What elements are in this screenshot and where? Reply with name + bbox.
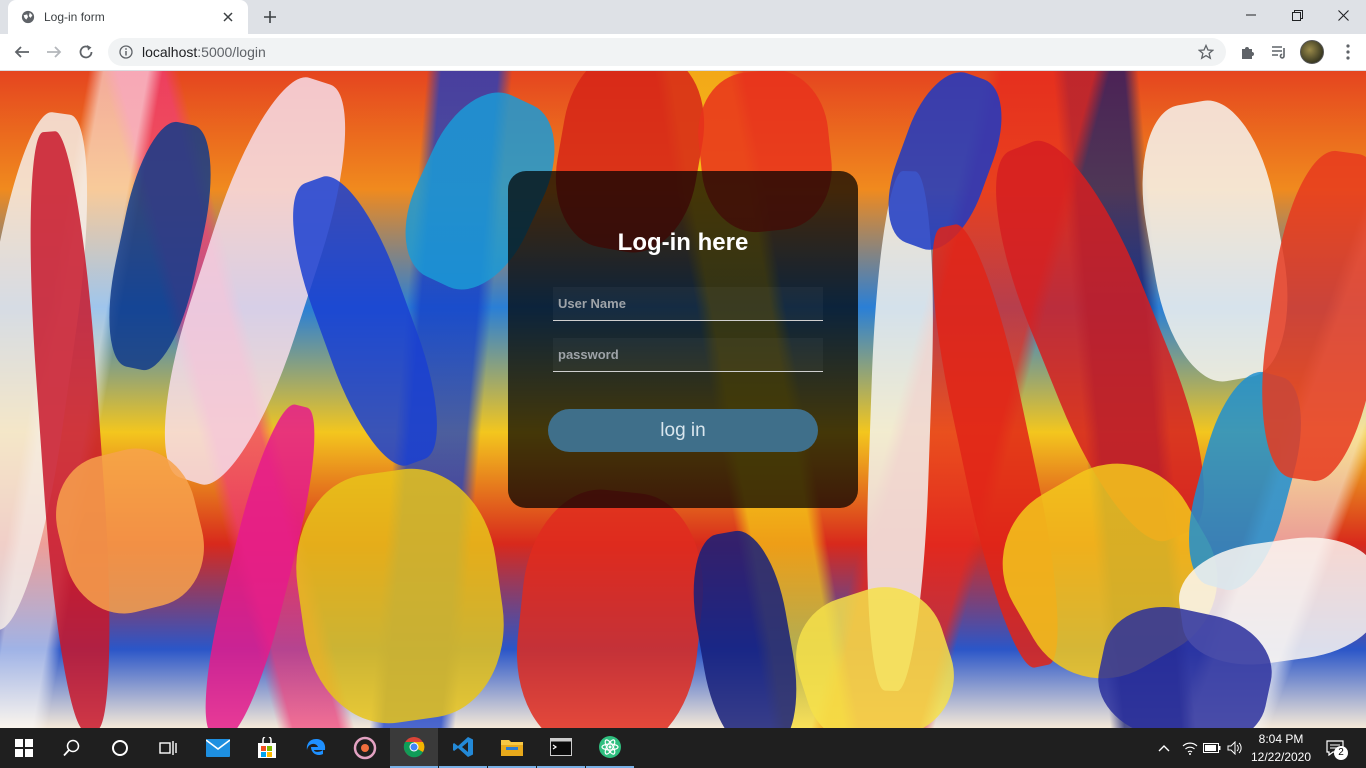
url-host: localhost — [142, 44, 198, 60]
url-path: :5000/login — [197, 44, 266, 60]
chevron-up-icon[interactable] — [1154, 728, 1174, 768]
windows-start-icon[interactable] — [0, 728, 48, 768]
password-input[interactable] — [553, 338, 823, 372]
volume-icon[interactable] — [1225, 728, 1245, 768]
chrome-taskbar-icon[interactable] — [390, 728, 438, 768]
wifi-icon[interactable] — [1180, 728, 1200, 768]
terminal-icon[interactable] — [537, 728, 585, 768]
login-button[interactable]: log in — [548, 409, 818, 452]
forward-arrow-icon[interactable] — [40, 38, 68, 66]
paint-stroke — [780, 571, 970, 728]
restore-button[interactable] — [1274, 0, 1320, 30]
login-card: Log-in here log in — [508, 171, 858, 508]
new-tab-button[interactable] — [258, 6, 282, 28]
login-heading: Log-in here — [617, 229, 749, 256]
page-background: Log-in here log in — [0, 71, 1366, 728]
tab-title: Log-in form — [44, 10, 105, 24]
search-icon[interactable] — [48, 728, 96, 768]
close-tab-icon[interactable] — [218, 7, 238, 27]
task-view-icon[interactable] — [144, 728, 192, 768]
edge-icon[interactable] — [292, 728, 340, 768]
profile-avatar[interactable] — [1300, 40, 1324, 64]
cortana-icon[interactable] — [96, 728, 144, 768]
file-explorer-icon[interactable] — [488, 728, 536, 768]
menu-dots-icon[interactable] — [1336, 40, 1360, 64]
close-window-button[interactable] — [1320, 0, 1366, 30]
windows-taskbar: 8:04 PM 12/22/2020 2 — [0, 728, 1366, 768]
vscode-icon[interactable] — [439, 728, 487, 768]
address-bar[interactable]: localhost:5000/login — [108, 38, 1226, 66]
battery-icon[interactable] — [1202, 728, 1222, 768]
url-text: localhost:5000/login — [142, 44, 1194, 60]
mail-icon[interactable] — [194, 728, 242, 768]
paint-stroke — [283, 458, 517, 728]
media-player-icon[interactable] — [341, 728, 389, 768]
browser-tab[interactable]: Log-in form — [8, 0, 248, 34]
atom-app-icon[interactable] — [586, 728, 634, 768]
minimize-button[interactable] — [1228, 0, 1274, 30]
globe-icon — [20, 9, 36, 25]
system-clock[interactable]: 8:04 PM 12/22/2020 — [1246, 730, 1316, 766]
reload-icon[interactable] — [72, 38, 100, 66]
username-input[interactable] — [553, 287, 823, 321]
extensions-puzzle-icon[interactable] — [1236, 40, 1260, 64]
media-queue-icon[interactable] — [1267, 40, 1291, 64]
tab-strip: Log-in form — [0, 0, 1366, 34]
paint-stroke — [681, 524, 809, 728]
notification-badge: 2 — [1334, 746, 1348, 760]
back-arrow-icon[interactable] — [8, 38, 36, 66]
browser-toolbar: localhost:5000/login — [0, 34, 1366, 71]
bookmark-star-icon[interactable] — [1194, 40, 1218, 64]
paint-stroke — [506, 482, 714, 728]
clock-date: 12/22/2020 — [1250, 750, 1312, 764]
clock-time: 8:04 PM — [1258, 732, 1304, 746]
microsoft-store-icon[interactable] — [243, 728, 291, 768]
info-icon[interactable] — [118, 44, 134, 60]
